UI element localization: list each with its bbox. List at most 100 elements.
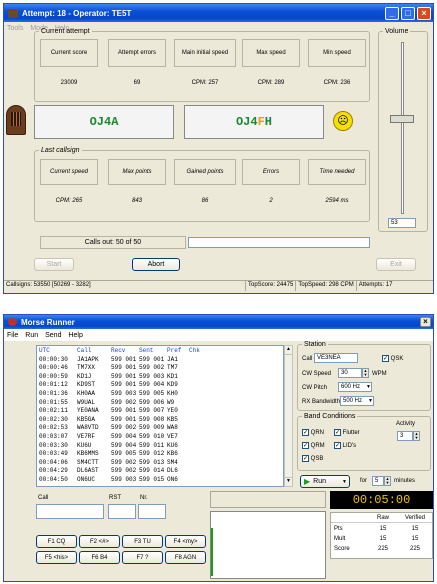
log-cell-sent: 599 006	[139, 398, 165, 406]
log-cell-pref: YE0	[167, 407, 178, 415]
errors-value: 2	[269, 198, 273, 204]
log-row[interactable]: 00:00:46 TM7XX 599 001 599 002 TM7	[39, 364, 281, 373]
received-callsign-error: F	[257, 115, 265, 129]
score-cell: 15	[411, 526, 419, 532]
flutter-checkbox[interactable]: ✓	[334, 429, 341, 436]
menu-run[interactable]: Run	[25, 332, 38, 339]
log-cell-call: KU6U	[77, 441, 92, 449]
time-needed-value: 2594 ms	[325, 198, 349, 204]
menu-file[interactable]: File	[7, 332, 18, 339]
exit-button[interactable]: Exit	[376, 258, 416, 271]
min-speed-header: Min speed	[308, 39, 366, 67]
qrn-checkbox[interactable]: ✓	[302, 429, 309, 436]
f1-cq-button[interactable]: F1 CQ	[36, 535, 77, 548]
qrm-label: QRM	[310, 443, 325, 450]
entry-nr-input[interactable]	[138, 504, 166, 519]
qrm-option[interactable]: ✓ QRM	[302, 442, 325, 449]
log-row[interactable]: 00:04:50 ON6UC 599 003 599 015 ON6	[39, 476, 281, 485]
band-conditions-legend: Band Conditions	[304, 413, 356, 420]
current-score-header: Current score	[40, 39, 98, 67]
score-cell: Score	[334, 546, 350, 552]
cw-speed-label: CW Speed	[302, 371, 332, 377]
log-row[interactable]: 00:02:53 WA8VTD 599 002 599 009 WA8	[39, 424, 281, 433]
entry-call-input[interactable]	[36, 504, 104, 519]
cw-pitch-select[interactable]: 600 Hz ▼	[338, 382, 372, 392]
log-cell-recv: 599 004	[111, 432, 137, 440]
qsk-checkbox[interactable]: ✓	[382, 355, 389, 362]
activity-input[interactable]: 3	[397, 431, 413, 441]
minimize-button[interactable]: _	[385, 6, 399, 20]
score-cell: Raw	[376, 514, 389, 521]
log-row[interactable]: 00:03:30 KU6U 599 004 599 011 KU6	[39, 442, 281, 451]
f8-agn-button[interactable]: F8 AGN	[165, 551, 206, 564]
start-button[interactable]: Start	[34, 258, 74, 271]
f4-my-call-button[interactable]: F4 <my>	[165, 535, 206, 548]
log-cell-utc: 00:01:36	[39, 389, 68, 397]
minutes-spinner[interactable]: ▲ ▼	[384, 476, 391, 486]
sad-face-icon: ☹	[333, 111, 353, 131]
volume-slider-track[interactable]	[401, 42, 404, 214]
attempt-window: Attempt: 18 - Operator: TE5T _ □ × Tools…	[3, 3, 434, 294]
lids-option[interactable]: ✓ LID's	[334, 442, 356, 449]
entry-rst-input[interactable]	[108, 504, 136, 519]
log-cell-utc: 00:04:06	[39, 458, 68, 466]
qso-log[interactable]: UTC Call Recv Sent Pref Chk 00:00:30 JA1APK 599 …	[36, 345, 284, 487]
log-row[interactable]: 00:04:06 SM4CTT 599 002 599 013 SM4	[39, 459, 281, 468]
cw-speed-spinner[interactable]: ▲ ▼	[362, 368, 369, 378]
log-scrollbar[interactable]: ▲ ▼	[284, 345, 293, 487]
log-row[interactable]: 00:01:36 KH0AA 599 003 599 005 KH0	[39, 390, 281, 399]
play-icon: ▶	[304, 477, 311, 486]
f7-query-button[interactable]: F7 ?	[122, 551, 163, 564]
log-cell-sent: 599 007	[139, 407, 165, 415]
cw-speed-input[interactable]: 30	[338, 368, 362, 378]
log-cell-utc: 00:02:30	[39, 415, 68, 423]
f2-exchange-button[interactable]: F2 <#>	[79, 535, 120, 548]
log-row[interactable]: 00:02:30 KB5GA 599 001 599 008 KB5	[39, 416, 281, 425]
station-call-input[interactable]: VE3NEA	[314, 353, 358, 363]
menu-send[interactable]: Send	[45, 332, 61, 339]
log-row[interactable]: 00:00:30 JA1APK 599 001 599 001 JA1	[39, 356, 281, 365]
rx-bandwidth-select[interactable]: 500 Hz ▼	[340, 396, 374, 406]
log-cell-sent: 599 011	[139, 441, 165, 449]
chevron-down-icon: ▼	[366, 384, 371, 390]
log-row[interactable]: 00:04:29 DL6AST 599 002 599 014 DL6	[39, 467, 281, 476]
minutes-input[interactable]: 5	[372, 476, 384, 486]
maximize-button[interactable]: □	[401, 6, 415, 20]
log-cell-recv: 599 001	[111, 364, 137, 372]
qrn-option[interactable]: ✓ QRN	[302, 429, 324, 436]
log-cell-utc: 00:01:55	[39, 398, 68, 406]
log-row[interactable]: 00:01:55 W9UAL 599 002 599 006 W9	[39, 399, 281, 408]
max-points-header: Max points	[108, 159, 166, 185]
qsk-option[interactable]: ✓ QSK	[382, 355, 403, 362]
menu-help-2[interactable]: Help	[68, 332, 82, 339]
qrm-checkbox[interactable]: ✓	[302, 442, 309, 449]
gained-points-value: 86	[201, 198, 209, 204]
status-panel	[210, 491, 326, 508]
log-cell-sent: 599 014	[139, 467, 165, 475]
flutter-option[interactable]: ✓ Flutter	[334, 429, 360, 436]
log-row[interactable]: 00:00:59 KD1J 599 001 599 003 KD1	[39, 373, 281, 382]
abort-button[interactable]: Abort	[132, 258, 180, 271]
mr-close-button[interactable]: ×	[420, 317, 431, 327]
f5-his-call-button[interactable]: F5 <his>	[36, 551, 77, 564]
call-label: Call	[302, 356, 313, 362]
volume-slider-thumb[interactable]	[390, 115, 414, 124]
log-cell-utc: 00:03:07	[39, 432, 68, 440]
lids-checkbox[interactable]: ✓	[334, 442, 341, 449]
log-cell-recv: 599 002	[111, 424, 137, 432]
log-row[interactable]: 00:03:07 VE7RF 599 004 599 010 VE7	[39, 433, 281, 442]
qsb-option[interactable]: ✓ QSB	[302, 455, 323, 462]
log-row[interactable]: 00:02:11 YE0ANA 599 001 599 007 YE0	[39, 407, 281, 416]
log-row[interactable]: 00:03:49 KB6MMS 599 005 599 012 KB6	[39, 450, 281, 459]
activity-spinner[interactable]: ▲ ▼	[413, 431, 420, 441]
log-cell-recv: 599 002	[111, 467, 137, 475]
log-cell-chk	[189, 433, 203, 442]
menu-tools[interactable]: Tools	[7, 25, 23, 32]
close-button[interactable]: ×	[417, 6, 431, 20]
run-button[interactable]: ▶ Run ▼	[300, 475, 350, 488]
f3-tu-button[interactable]: F3 TU	[122, 535, 163, 548]
log-row[interactable]: 00:01:12 KD9ST 599 001 599 004 KD9	[39, 381, 281, 390]
f6-b4-button[interactable]: F6 B4	[79, 551, 120, 564]
log-header-row: UTC Call Recv Sent Pref Chk	[39, 347, 281, 356]
qsb-checkbox[interactable]: ✓	[302, 455, 309, 462]
